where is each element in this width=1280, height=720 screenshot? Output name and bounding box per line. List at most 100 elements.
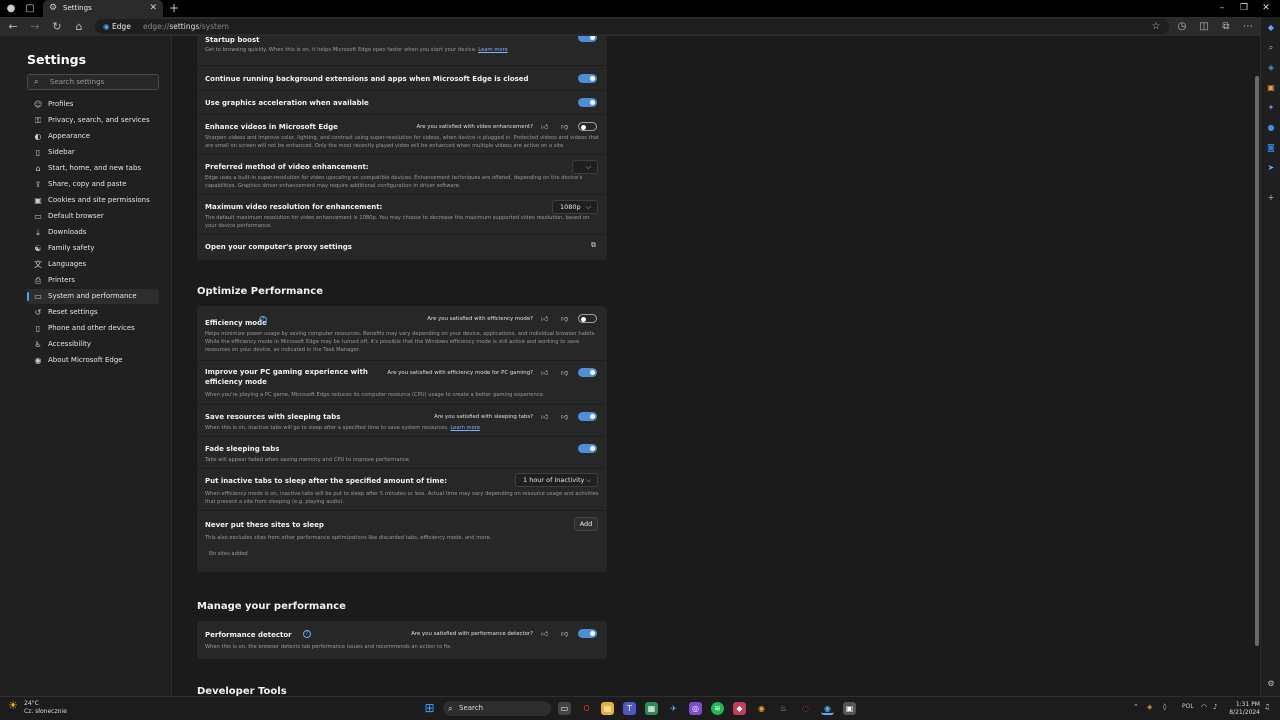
- collections-icon[interactable]: ⧉: [1218, 19, 1234, 34]
- more-menu-icon[interactable]: ⋯: [1240, 19, 1256, 34]
- max-resolution-dropdown[interactable]: 1080p ⌵: [552, 200, 598, 214]
- enhance-videos-toggle[interactable]: [578, 122, 597, 131]
- wifi-icon[interactable]: ◠: [1201, 703, 1207, 711]
- graphics-acceleration-toggle[interactable]: [578, 98, 597, 107]
- sidebar-item-share-copy-and-paste[interactable]: ⇪ Share, copy and paste: [27, 177, 159, 192]
- thumbs-up-icon[interactable]: 👍︎: [541, 368, 548, 377]
- sidebar-item-system-and-performance[interactable]: ▭ System and performance: [27, 289, 159, 304]
- sidebar-item-languages[interactable]: 文 Languages: [27, 257, 159, 272]
- sidebar-item-family-safety[interactable]: ☯ Family safety: [27, 241, 159, 256]
- clock[interactable]: 1:31 PM 8/21/2024: [1228, 701, 1260, 717]
- content-scrollbar[interactable]: [1254, 36, 1260, 696]
- chrome-like-icon[interactable]: ◉: [755, 702, 768, 715]
- maximize-button[interactable]: ❐: [1233, 0, 1255, 17]
- forward-icon[interactable]: →: [27, 19, 43, 34]
- settings-taskbar-icon[interactable]: ▣: [843, 702, 856, 715]
- send-icon[interactable]: ➤: [1266, 163, 1276, 173]
- thumbs-down-icon[interactable]: 👎︎: [561, 122, 568, 131]
- tray-notify-icon[interactable]: ◊: [1163, 703, 1166, 711]
- file-explorer-icon[interactable]: ▤: [601, 702, 614, 715]
- shopping-icon[interactable]: ◈: [1266, 63, 1276, 73]
- sidebar-item-default-browser[interactable]: ▭ Default browser: [27, 209, 159, 224]
- back-icon[interactable]: ←: [5, 19, 21, 34]
- address-bar[interactable]: ◉ Edge edge://settings/system: [95, 19, 1169, 34]
- media-app-icon[interactable]: ◌: [799, 702, 812, 715]
- steam-link-icon[interactable]: ✈: [667, 702, 680, 715]
- proxy-settings-row[interactable]: Open your computer's proxy settings ⧉: [197, 235, 607, 260]
- close-window-button[interactable]: ✕: [1255, 0, 1277, 17]
- store-icon[interactable]: ▦: [645, 702, 658, 715]
- opera-icon[interactable]: O: [580, 702, 593, 715]
- spotify-icon[interactable]: ≋: [711, 702, 724, 715]
- scrollbar-thumb[interactable]: [1255, 76, 1259, 646]
- start-windows-icon[interactable]: ⊞: [423, 702, 436, 715]
- sidebar-item-reset-settings[interactable]: ↺ Reset settings: [27, 305, 159, 320]
- history-icon[interactable]: ◷: [1174, 19, 1190, 34]
- preferred-method-dropdown[interactable]: ⌵: [572, 160, 598, 174]
- sidebar-item-cookies-and-site-permissions[interactable]: ▣ Cookies and site permissions: [27, 193, 159, 208]
- edge-taskbar-icon[interactable]: ◉: [821, 702, 834, 715]
- sidebar-item-privacy-search-and-services[interactable]: ⚿ Privacy, search, and services: [27, 113, 159, 128]
- search-input[interactable]: ⌕ Search settings: [27, 74, 159, 90]
- help-icon[interactable]: ?: [259, 316, 267, 324]
- thumbs-up-icon[interactable]: 👍︎: [541, 314, 548, 323]
- favorite-star-icon[interactable]: ☆: [1148, 19, 1164, 34]
- office-icon[interactable]: ●: [1266, 123, 1276, 133]
- thumbs-up-icon[interactable]: 👍︎: [541, 122, 548, 131]
- teams-icon[interactable]: T: [623, 702, 636, 715]
- outlook-icon[interactable]: ◙: [1266, 143, 1276, 153]
- gaming-toggle[interactable]: [578, 368, 597, 377]
- add-sidebar-app-icon[interactable]: +: [1266, 193, 1276, 203]
- sidebar-item-printers[interactable]: ⎙ Printers: [27, 273, 159, 288]
- efficiency-mode-toggle[interactable]: [578, 314, 597, 323]
- thumbs-up-icon[interactable]: 👍︎: [541, 629, 548, 638]
- fade-sleeping-toggle[interactable]: [578, 444, 597, 453]
- tools-icon[interactable]: ▣: [1266, 83, 1276, 93]
- thumbs-down-icon[interactable]: 👎︎: [561, 314, 568, 323]
- workspaces-icon[interactable]: ▢: [22, 1, 38, 16]
- help-icon[interactable]: ?: [303, 630, 311, 638]
- sidebar-item-phone-and-other-devices[interactable]: ▯ Phone and other devices: [27, 321, 159, 336]
- sidebar-item-appearance[interactable]: ◐ Appearance: [27, 129, 159, 144]
- sleeping-learn-more-link[interactable]: Learn more: [450, 425, 480, 431]
- sidebar-item-profiles[interactable]: ☺ Profiles: [27, 97, 159, 112]
- copilot-icon[interactable]: ◆: [1266, 23, 1276, 33]
- taskbar-search[interactable]: ⌕ Search: [443, 701, 551, 716]
- startup-learn-more-link[interactable]: Learn more: [478, 47, 508, 53]
- split-screen-icon[interactable]: ◫: [1196, 19, 1212, 34]
- sidebar-item-start-home-and-new-tabs[interactable]: ⌂ Start, home, and new tabs: [27, 161, 159, 176]
- notification-bell-icon[interactable]: ♫: [1264, 703, 1270, 711]
- search-icon[interactable]: ⌕: [1266, 43, 1276, 53]
- tray-app-icon[interactable]: ◈: [1147, 703, 1152, 711]
- performance-detector-toggle[interactable]: [578, 629, 597, 638]
- add-site-button[interactable]: Add: [574, 517, 598, 531]
- weather-widget[interactable]: ☀ 24°C Cz. słonecznie: [8, 700, 67, 716]
- new-tab-button[interactable]: +: [166, 1, 182, 16]
- language-indicator[interactable]: POL: [1182, 703, 1194, 710]
- sidebar-item-downloads[interactable]: ⤓ Downloads: [27, 225, 159, 240]
- tab-settings[interactable]: ⚙ Settings ✕: [43, 0, 163, 17]
- thumbs-up-icon[interactable]: 👍︎: [541, 412, 548, 421]
- chevron-up-icon[interactable]: ⌃: [1133, 703, 1139, 711]
- minimize-button[interactable]: –: [1211, 0, 1233, 17]
- external-link-icon[interactable]: ⧉: [591, 241, 596, 250]
- refresh-icon[interactable]: ↻: [49, 19, 65, 34]
- background-apps-toggle[interactable]: [578, 74, 597, 83]
- profile-icon[interactable]: ●: [3, 1, 19, 16]
- games-icon[interactable]: ✦: [1266, 103, 1276, 113]
- thumbs-down-icon[interactable]: 👎︎: [561, 368, 568, 377]
- sidebar-settings-icon[interactable]: ⚙: [1266, 679, 1276, 689]
- messenger-icon[interactable]: ◎: [689, 702, 702, 715]
- thumbs-down-icon[interactable]: 👎︎: [561, 412, 568, 421]
- close-tab-icon[interactable]: ✕: [149, 0, 157, 17]
- thumbs-down-icon[interactable]: 👎︎: [561, 629, 568, 638]
- sidebar-item-accessibility[interactable]: ♿ Accessibility: [27, 337, 159, 352]
- sidebar-item-about-microsoft-edge[interactable]: ◉ About Microsoft Edge: [27, 353, 159, 368]
- sidebar-item-sidebar[interactable]: ▯ Sidebar: [27, 145, 159, 160]
- task-view-icon[interactable]: ▭: [558, 702, 571, 715]
- inactive-time-dropdown[interactable]: 1 hour of inactivity ⌵: [515, 473, 598, 487]
- steam-icon[interactable]: ♨: [777, 702, 790, 715]
- startup-boost-toggle[interactable]: [578, 36, 597, 42]
- volume-icon[interactable]: ♪: [1213, 703, 1217, 711]
- home-icon[interactable]: ⌂: [71, 19, 87, 34]
